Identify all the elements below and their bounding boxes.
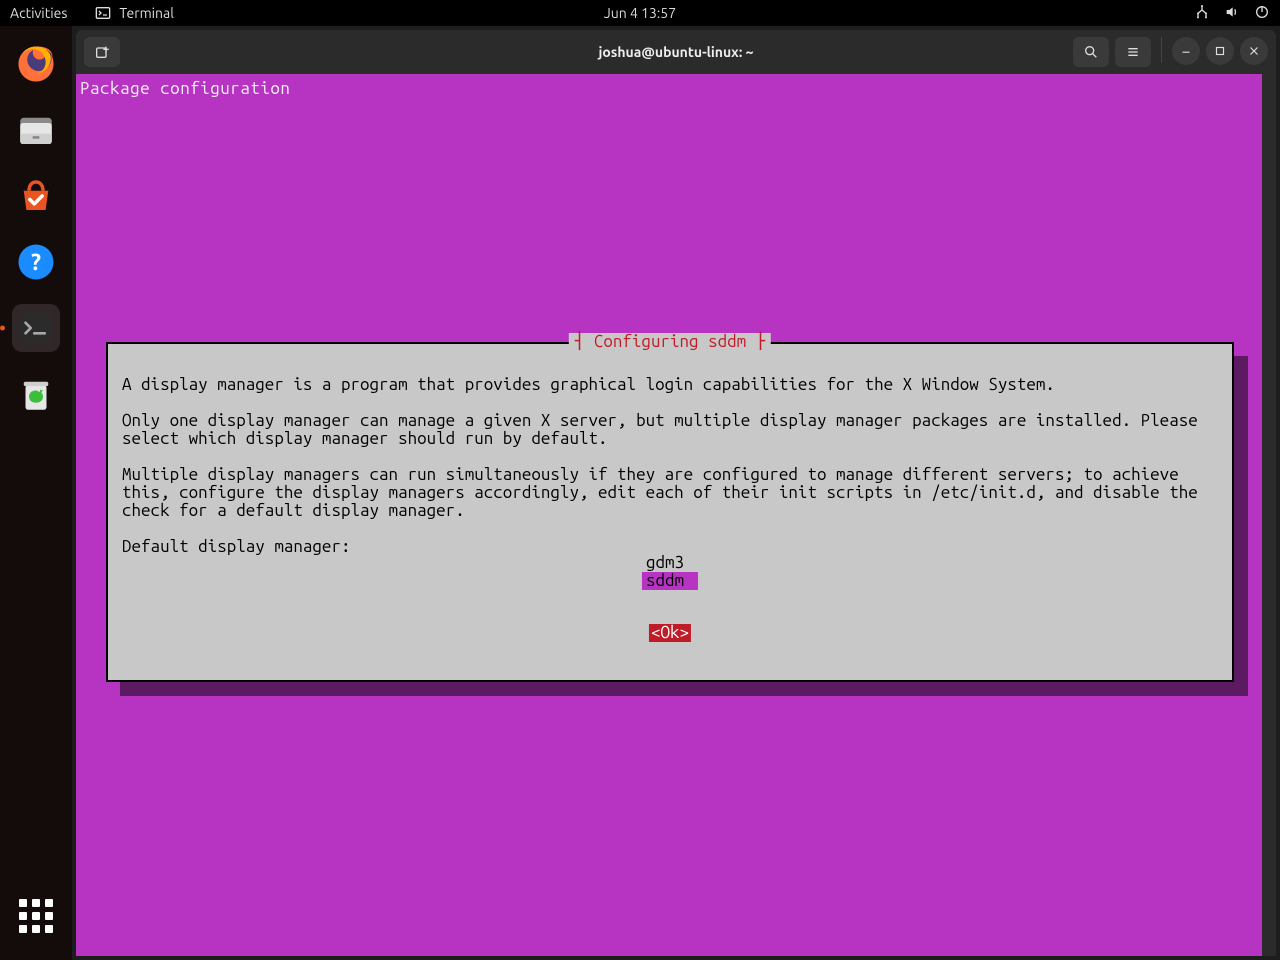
volume-icon[interactable] bbox=[1224, 4, 1240, 23]
active-app-menu[interactable]: Terminal bbox=[95, 5, 174, 21]
terminal-app-icon bbox=[15, 307, 57, 349]
terminal-scrollbar[interactable] bbox=[1262, 74, 1276, 956]
terminal-body[interactable]: Package configuration ┤ Configuring sddm… bbox=[76, 74, 1276, 956]
dock-item-help[interactable]: ? bbox=[12, 238, 60, 286]
terminal-icon bbox=[95, 5, 111, 21]
dialog-title: ┤ Configuring sddm ├ bbox=[569, 333, 771, 351]
terminal-window: joshua@ubuntu-linux: ~ Package configura… bbox=[76, 30, 1276, 956]
power-icon[interactable] bbox=[1254, 4, 1270, 23]
search-button[interactable] bbox=[1073, 37, 1109, 67]
window-titlebar: joshua@ubuntu-linux: ~ bbox=[76, 30, 1276, 74]
dialog-options: gdm3 sddm bbox=[642, 554, 698, 590]
trash-icon bbox=[15, 373, 57, 415]
dock-item-files[interactable] bbox=[12, 106, 60, 154]
close-button[interactable] bbox=[1240, 37, 1268, 65]
menu-button[interactable] bbox=[1115, 37, 1151, 67]
svg-text:?: ? bbox=[31, 250, 41, 275]
dialog-text: A display manager is a program that prov… bbox=[122, 358, 1218, 574]
window-title: joshua@ubuntu-linux: ~ bbox=[598, 44, 753, 60]
network-icon[interactable] bbox=[1194, 4, 1210, 23]
new-tab-button[interactable] bbox=[84, 37, 120, 67]
files-icon bbox=[15, 109, 57, 151]
dock-item-terminal[interactable] bbox=[12, 304, 60, 352]
firefox-icon bbox=[15, 43, 57, 85]
package-config-header: Package configuration bbox=[80, 80, 1276, 98]
dock-item-trash[interactable] bbox=[12, 370, 60, 418]
option-sddm[interactable]: sddm bbox=[642, 572, 698, 590]
maximize-button[interactable] bbox=[1206, 37, 1234, 65]
software-icon bbox=[15, 175, 57, 217]
activities-button[interactable]: Activities bbox=[10, 5, 67, 21]
clock[interactable]: Jun 4 13:57 bbox=[604, 5, 676, 21]
debconf-dialog: ┤ Configuring sddm ├ A display manager i… bbox=[106, 342, 1234, 682]
gnome-top-panel: Activities Terminal Jun 4 13:57 bbox=[0, 0, 1280, 26]
ok-button[interactable]: <Ok> bbox=[649, 624, 691, 642]
help-icon: ? bbox=[15, 241, 57, 283]
show-apps-button[interactable] bbox=[12, 892, 60, 940]
dock-item-software[interactable] bbox=[12, 172, 60, 220]
option-gdm3[interactable]: gdm3 bbox=[642, 554, 698, 572]
dock-item-firefox[interactable] bbox=[12, 40, 60, 88]
minimize-button[interactable] bbox=[1172, 37, 1200, 65]
active-app-label: Terminal bbox=[119, 5, 174, 21]
dock: ? bbox=[0, 26, 72, 960]
